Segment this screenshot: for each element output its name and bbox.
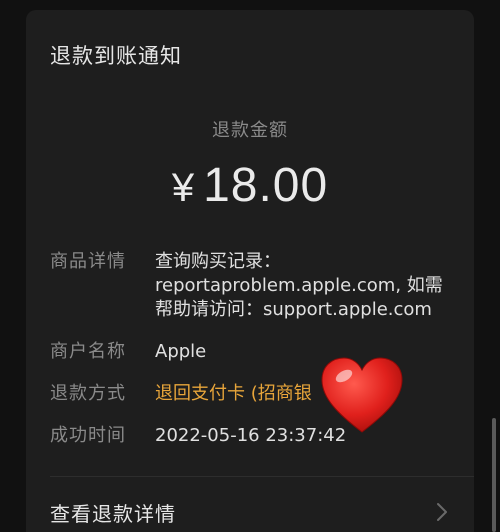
chevron-right-icon[interactable] (434, 502, 450, 522)
row-product-details: 商品详情 查询购买记录： reportaproblem.apple.com, 如… (50, 250, 460, 330)
row-value: 2022-05-16 23:37:42 (155, 425, 347, 446)
currency-symbol: ¥ (171, 166, 196, 210)
amount-label: 退款金额 (212, 120, 288, 141)
row-label: 商户名称 (50, 341, 126, 362)
amount-value: 18.00 (203, 159, 329, 212)
row-label: 商品详情 (50, 251, 126, 272)
row-value: Apple (155, 341, 207, 362)
heart-emoji-icon (321, 357, 403, 433)
refund-notification-card: 退款到账通知 退款金额 ¥18.00 商品详情 查询购买记录： reportap… (26, 10, 474, 532)
row-value: 查询购买记录： reportaproblem.apple.com, 如需 帮助请… (155, 251, 443, 320)
scrollbar[interactable] (492, 418, 496, 532)
card-title: 退款到账通知 (50, 44, 182, 68)
row-label: 退款方式 (50, 383, 126, 404)
row-value: 退回支付卡 (招商银 (155, 383, 312, 404)
row-label: 成功时间 (50, 425, 126, 446)
view-refund-details-link[interactable]: 查看退款详情 (50, 498, 176, 527)
refund-amount: ¥18.00 (26, 158, 474, 213)
divider (50, 476, 474, 477)
page: 退款到账通知 退款金额 ¥18.00 商品详情 查询购买记录： reportap… (0, 0, 500, 532)
